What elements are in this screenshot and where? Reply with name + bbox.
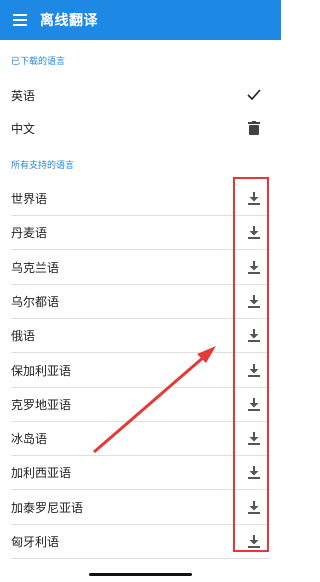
system-navigation-bar bbox=[0, 566, 281, 582]
annotation-arrow bbox=[93, 346, 216, 454]
home-gesture-handle[interactable] bbox=[89, 573, 192, 576]
app-screen: 离线翻译 已下载的语言 英语 中文 所有支持的语言 世界语 丹麦语 乌克兰语 乌尔都语… bbox=[0, 0, 281, 582]
